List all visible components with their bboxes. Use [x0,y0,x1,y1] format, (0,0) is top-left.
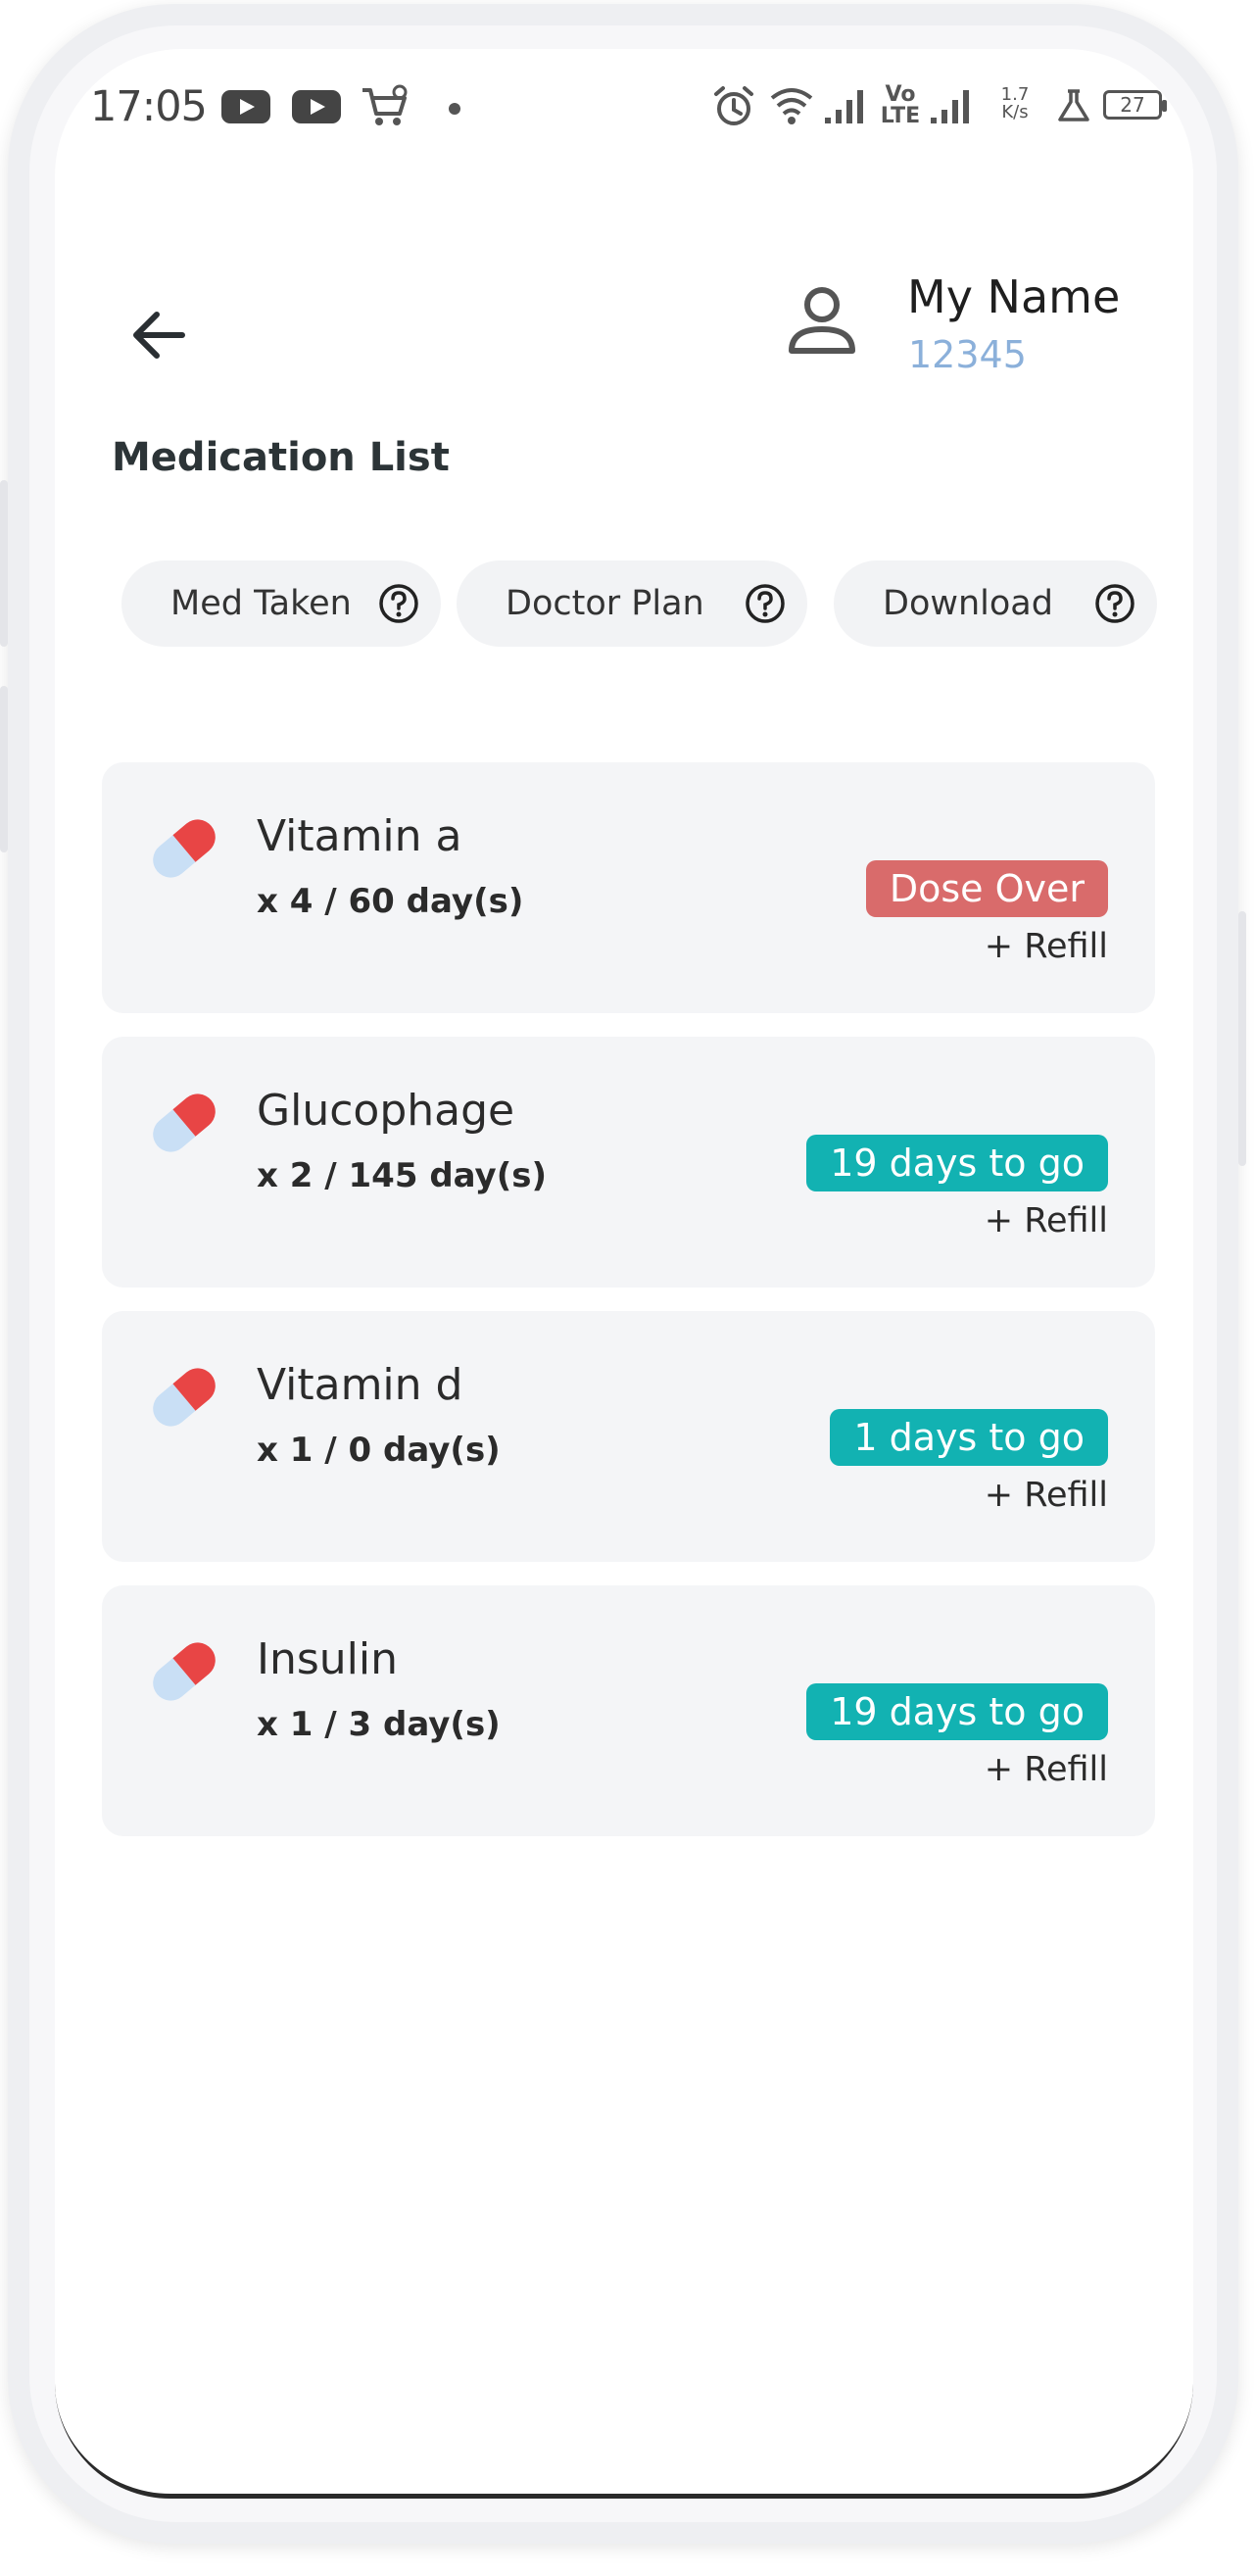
medication-name: Glucophage [257,1086,515,1136]
status-time: 17:05 [90,82,208,131]
volte-label: Vo LTE [878,84,923,127]
medication-dose: x 1 / 0 day(s) [257,1431,501,1470]
network-speed: 1.7 K/s [993,86,1037,122]
volte-bottom-text: LTE [880,104,921,128]
shopping-cart-icon [362,84,408,125]
notification-dot [449,103,460,115]
chip-label: Download [883,584,1053,623]
signal-icon [931,90,969,123]
user-avatar-icon[interactable] [780,276,864,361]
flask-icon [1058,89,1089,122]
pill-icon [153,1368,216,1427]
app-screen: 17:05 Vo LTE 1.7 K/s 27 My Name 12345 Me… [55,49,1193,2499]
medication-name: Vitamin d [257,1360,463,1410]
medication-card[interactable]: Glucophage x 2 / 145 day(s) 19 days to g… [102,1037,1155,1288]
page-title: Medication List [112,435,450,480]
status-badge: 19 days to go [806,1683,1108,1740]
youtube-icon [221,90,270,123]
youtube-icon [292,90,341,123]
back-arrow-icon[interactable] [121,298,196,372]
battery-icon: 27 [1103,90,1167,120]
medication-name: Vitamin a [257,811,462,861]
user-name: My Name [907,270,1121,323]
side-button-left-1 [0,480,8,647]
refill-button[interactable]: + Refill [985,1750,1108,1789]
network-speed-unit: K/s [1001,102,1029,122]
volte-top-text: Vo [885,82,916,107]
signal-icon [825,90,863,123]
user-id: 12345 [908,333,1027,376]
alarm-icon [714,86,753,125]
medication-name: Insulin [257,1634,399,1684]
pill-icon [153,819,216,878]
status-badge: Dose Over [865,860,1108,917]
medication-dose: x 1 / 3 day(s) [257,1705,501,1744]
help-icon[interactable] [745,583,786,624]
refill-button[interactable]: + Refill [985,1476,1108,1515]
side-button-left-2 [0,686,8,852]
status-badge: 1 days to go [830,1409,1108,1466]
chip-label: Med Taken [170,584,352,623]
medication-card[interactable]: Vitamin a x 4 / 60 day(s) Dose Over + Re… [102,762,1155,1013]
help-icon[interactable] [378,583,419,624]
side-button-right [1238,911,1246,1166]
pill-icon [153,1094,216,1152]
medication-card[interactable]: Vitamin d x 1 / 0 day(s) 1 days to go + … [102,1311,1155,1562]
wifi-icon [770,88,813,124]
refill-button[interactable]: + Refill [985,927,1108,966]
battery-level: 27 [1120,93,1145,117]
chip-label: Doctor Plan [506,584,704,623]
refill-button[interactable]: + Refill [985,1201,1108,1240]
help-icon[interactable] [1094,583,1135,624]
chip-download[interactable]: Download [834,560,1157,647]
status-badge: 19 days to go [806,1135,1108,1191]
chip-doctor-plan[interactable]: Doctor Plan [457,560,807,647]
medication-dose: x 2 / 145 day(s) [257,1156,548,1195]
pill-icon [153,1642,216,1701]
medication-dose: x 4 / 60 day(s) [257,882,524,921]
medication-card[interactable]: Insulin x 1 / 3 day(s) 19 days to go + R… [102,1585,1155,1836]
chip-med-taken[interactable]: Med Taken [121,560,441,647]
